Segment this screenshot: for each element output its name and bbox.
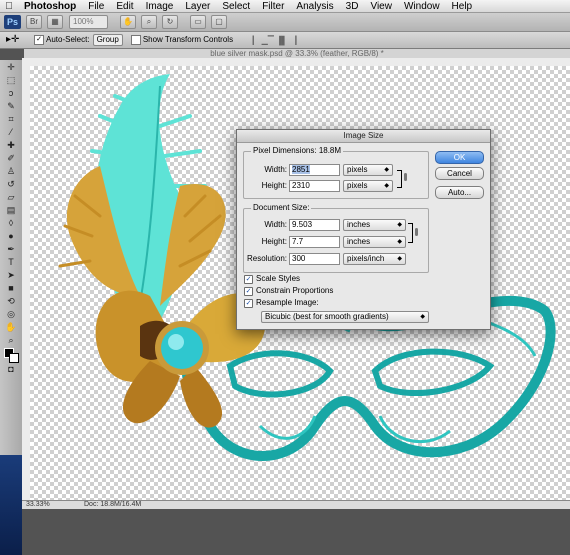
photoshop-logo: Ps [4,15,21,29]
move-tool-icon[interactable]: ✛ [3,62,19,73]
cancel-button[interactable]: Cancel [435,167,484,180]
pixel-height-input[interactable]: 2310 [289,180,340,192]
zoom-tool-icon[interactable]: ⌕ [141,15,157,29]
color-swatches-icon[interactable] [3,348,19,363]
show-transform-label: Show Transform Controls [142,35,234,45]
move-tool-preset-icon[interactable]: ▸✛ [6,34,28,46]
scale-styles-checkbox[interactable]: ✓ [244,274,253,284]
arrange-documents-icon[interactable]: ▭ [190,15,206,29]
desktop-background [0,455,22,555]
quick-select-tool-icon[interactable]: ✎ [3,101,19,112]
resolution-unit-select[interactable]: pixels/inch ◆ [343,253,406,265]
menu-layer[interactable]: Layer [179,1,216,12]
type-tool-icon[interactable]: T [3,257,19,268]
show-transform-checkbox[interactable] [130,35,141,45]
pixel-width-unit-select[interactable]: pixels ◆ [343,164,393,176]
constrain-proportions-checkbox[interactable]: ✓ [244,286,253,296]
resample-image-label: Resample Image: [256,298,319,307]
auto-select-target-select[interactable]: Group [92,34,123,46]
constrain-proportions-option[interactable]: ✓ Constrain Proportions [244,286,333,296]
menu-select[interactable]: Select [216,1,256,12]
options-bar: ▸✛ ✓ Auto-Select: Group Show Transform Co… [0,32,570,49]
zoom-level-select[interactable]: 100% [69,15,108,29]
doc-height-unit-select[interactable]: inches ◆ [343,236,406,248]
blur-tool-icon[interactable]: ◊ [3,218,19,229]
pixel-dimensions-value: 18.8M [318,146,342,155]
menu-analysis[interactable]: Analysis [290,1,339,12]
turquoise-jewel [155,321,209,375]
document-size-label: Document Size: [251,203,312,212]
pixel-height-unit-select[interactable]: pixels ◆ [343,180,393,192]
menu-file[interactable]: File [82,1,110,12]
pixel-link-bracket [397,170,402,188]
constrain-proportions-label: Constrain Proportions [256,286,334,295]
pen-tool-icon[interactable]: ✒ [3,244,19,255]
resolution-label: Resolution: [246,254,287,263]
history-brush-icon[interactable]: ↺ [3,179,19,190]
menu-help[interactable]: Help [446,1,479,12]
resolution-input[interactable]: 300 [289,253,340,265]
doc-width-input[interactable]: 9.503 [289,219,340,231]
doc-height-label: Height: [261,237,287,246]
gradient-tool-icon[interactable]: ▤ [3,205,19,216]
mac-menu-bar:  Photoshop File Edit Image Layer Select… [0,0,570,13]
doc-chain-icon [415,228,418,236]
crop-tool-icon[interactable]: ⌗ [3,114,19,125]
doc-width-unit-select[interactable]: inches ◆ [343,219,406,231]
auto-button[interactable]: Auto... [435,186,484,199]
path-select-icon[interactable]: ➤ [3,270,19,281]
apple-menu-icon[interactable]:  [0,1,18,12]
show-transform-wrap[interactable]: Show Transform Controls [130,35,234,45]
auto-select-checkbox-wrap[interactable]: ✓ Auto-Select: [34,35,90,45]
pixel-dimensions-header: Pixel Dimensions: 18.8M [251,146,344,155]
resample-image-option[interactable]: ✓ Resample Image: [244,298,319,308]
eraser-tool-icon[interactable]: ▱ [3,192,19,203]
menu-view[interactable]: View [364,1,398,12]
quick-mask-icon[interactable]: ◘ [3,364,19,375]
scale-styles-option[interactable]: ✓ Scale Styles [244,274,300,284]
ok-button[interactable]: OK [435,151,484,164]
resample-image-checkbox[interactable]: ✓ [244,298,253,308]
pixel-chain-icon [404,173,407,181]
image-size-dialog: Image Size Pixel Dimensions: 18.8M Width… [236,129,491,330]
bridge-icon[interactable]: Br [26,15,42,29]
eyedropper-tool-icon[interactable]: ⁄ [3,127,19,138]
menu-photoshop[interactable]: Photoshop [18,1,82,12]
pixel-width-input[interactable]: 2851 [289,164,340,176]
pixel-dimensions-label: Pixel Dimensions: [253,146,317,155]
doc-width-label: Width: [264,220,287,229]
hand-tool-icon-2[interactable]: ✋ [3,322,19,333]
doc-height-input[interactable]: 7.7 [289,236,340,248]
menu-image[interactable]: Image [140,1,180,12]
scale-styles-label: Scale Styles [256,274,301,283]
shape-tool-icon[interactable]: ■ [3,283,19,294]
doc-link-bracket [408,223,413,243]
healing-brush-icon[interactable]: ✚ [3,140,19,151]
zoom-tool-icon-2[interactable]: ⌕ [3,335,19,346]
screen-mode-icon[interactable]: ▢ [211,15,227,29]
lasso-tool-icon[interactable]: ↄ [3,88,19,99]
brush-tool-icon[interactable]: ✐ [3,153,19,164]
pixel-width-label: Width: [264,165,287,174]
3d-orbit-icon[interactable]: ◎ [3,309,19,320]
menu-window[interactable]: Window [398,1,446,12]
menu-3d[interactable]: 3D [340,1,365,12]
auto-select-label: Auto-Select: [46,35,90,45]
tools-panel: ✛ ⬚ ↄ ✎ ⌗ ⁄ ✚ ✐ ♙ ↺ ▱ ▤ ◊ ● ✒ T ➤ ■ ⟲ ◎ … [0,60,23,555]
align-icons[interactable]: ▕▏ ▁▔ ▐▌ ▕▏ [247,36,302,45]
resample-method-select[interactable]: Bicubic (best for smooth gradients) ◆ [261,311,429,323]
application-bar: Ps Br ▦ 100% ✋ ⌕ ↻ ▭ ▢ [0,13,570,32]
rotate-view-icon[interactable]: ↻ [162,15,178,29]
3d-rotate-icon[interactable]: ⟲ [3,296,19,307]
dialog-title[interactable]: Image Size [237,130,490,143]
menu-edit[interactable]: Edit [110,1,139,12]
pixel-height-label: Height: [261,181,287,190]
auto-select-checkbox[interactable]: ✓ [34,35,44,45]
menu-filter[interactable]: Filter [256,1,290,12]
hand-tool-icon[interactable]: ✋ [120,15,136,29]
clone-stamp-icon[interactable]: ♙ [3,166,19,177]
guides-icon[interactable]: ▦ [47,15,63,29]
marquee-tool-icon[interactable]: ⬚ [3,75,19,86]
dodge-tool-icon[interactable]: ● [3,231,19,242]
